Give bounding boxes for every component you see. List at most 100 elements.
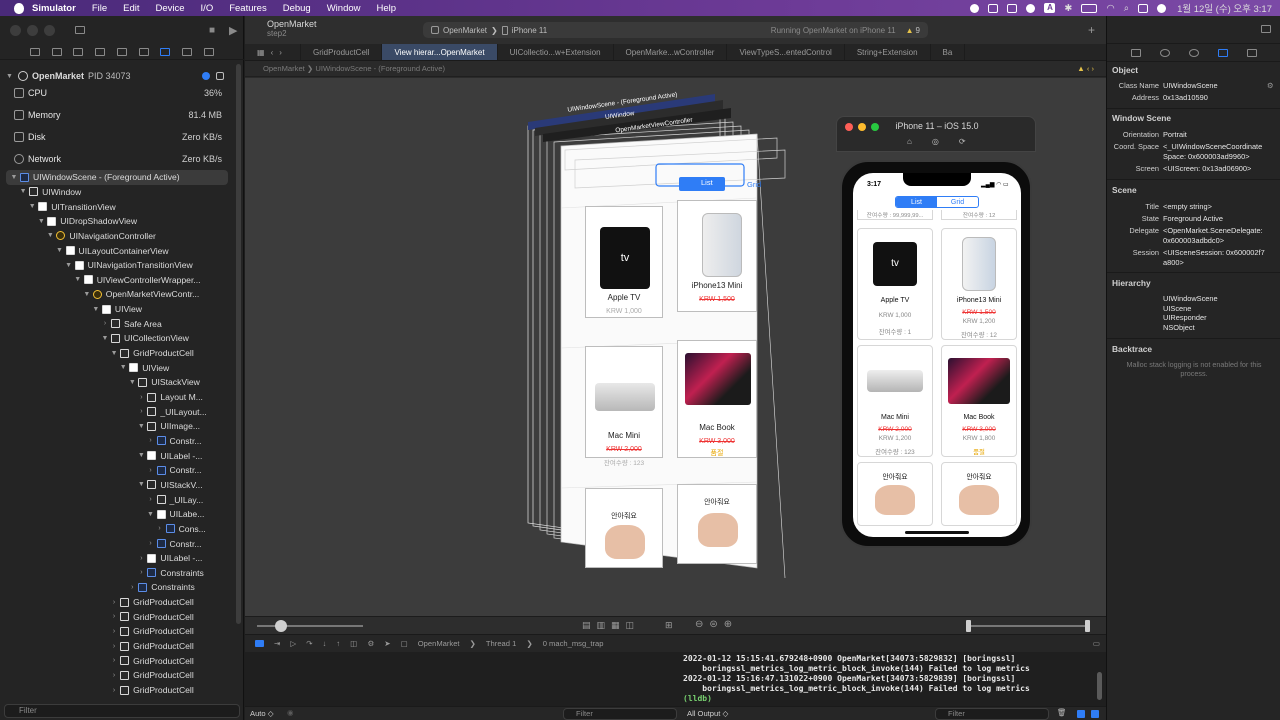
warning-count[interactable]: 9	[916, 26, 920, 35]
add-icon[interactable]: +	[1088, 23, 1095, 37]
disclosure-closed-icon[interactable]: ›	[110, 599, 118, 606]
battery-icon[interactable]	[1081, 3, 1098, 13]
find-navigator-icon[interactable]	[95, 47, 106, 56]
product-cell-hug[interactable]: 안아줘요	[941, 462, 1017, 526]
range-slider-track[interactable]	[967, 625, 1089, 627]
variables-filter-field[interactable]: Filter	[563, 708, 677, 720]
jumpbar-warning-icon[interactable]: ▲ ‹ ›	[1077, 61, 1094, 77]
show-variables-icon[interactable]	[1077, 710, 1085, 718]
warning-icon[interactable]: ▲	[906, 26, 914, 35]
jump-bar[interactable]: OpenMarket ❯ UIWindowScene - (Foreground…	[245, 61, 1106, 77]
tab-ba[interactable]: Ba	[931, 44, 966, 60]
product-cell-iphone13-mini[interactable]: iPhone13 Mini KRW 1,500 KRW 1,200 잔여수량 :…	[941, 228, 1017, 340]
variables-view[interactable]	[245, 652, 679, 706]
step-into-icon[interactable]: ↓	[323, 639, 327, 648]
disclosure-closed-icon[interactable]: ›	[101, 320, 109, 327]
test-navigator-icon[interactable]	[138, 47, 149, 56]
view-type-segmented-control[interactable]: List Grid	[895, 196, 979, 208]
tab-view-hierarchy[interactable]: View hierar...OpenMarket	[382, 44, 498, 60]
tree-node[interactable]: › Layout M...	[0, 390, 236, 405]
menu-device[interactable]: Device	[148, 3, 193, 14]
disclosure-open-icon[interactable]: ▼	[83, 291, 91, 298]
breakpoints-icon[interactable]: ⇥	[274, 639, 280, 648]
debug-frame[interactable]: 0 mach_msg_trap	[543, 639, 604, 648]
debug-process[interactable]: OpenMarket	[418, 639, 460, 648]
tree-node[interactable]: › Constr...	[0, 536, 236, 551]
file-inspector-icon[interactable]	[1130, 48, 1141, 57]
disclosure-open-icon[interactable]: ▼	[19, 188, 27, 195]
size-inspector-icon[interactable]	[1247, 48, 1258, 57]
toggle-console-icon[interactable]	[255, 640, 264, 647]
tree-node[interactable]: › UILabel -...	[0, 551, 236, 566]
menu-clock[interactable]: 1월 12일 (수) 오후 3:17	[1177, 1, 1272, 15]
disclosure-closed-icon[interactable]: ›	[147, 437, 155, 444]
lldb-prompt[interactable]: (lldb)	[683, 694, 1102, 704]
stop-icon[interactable]: ■	[209, 25, 215, 36]
disclosure-closed-icon[interactable]: ›	[110, 657, 118, 664]
siri-icon[interactable]	[1157, 3, 1167, 13]
disclosure-closed-icon[interactable]: ›	[147, 467, 155, 474]
tree-node[interactable]: › _UILay...	[0, 492, 236, 507]
debug-view-hierarchy-icon[interactable]: ◫	[350, 639, 357, 648]
issue-navigator-icon[interactable]	[116, 47, 127, 56]
disk-gauge[interactable]: Disk Zero KB/s	[14, 127, 228, 147]
disclosure-open-icon[interactable]: ▼	[92, 306, 100, 313]
disclosure-open-icon[interactable]: ▼	[56, 247, 64, 254]
disclosure-open-icon[interactable]: ▼	[110, 350, 118, 357]
menu-features[interactable]: Features	[221, 3, 275, 14]
class-info-icon[interactable]: ⚙	[1267, 81, 1274, 91]
simulator-window-titlebar[interactable]: iPhone 11 – iOS 15.0 ⌂◎⟳	[836, 116, 1036, 152]
tree-node[interactable]: › GridProductCell	[0, 668, 236, 683]
console-output[interactable]: 2022-01-12 15:15:41.679248+0900 OpenMark…	[679, 652, 1106, 706]
tab-gridproductcell[interactable]: GridProductCell	[301, 44, 383, 60]
disclosure-closed-icon[interactable]: ›	[110, 643, 118, 650]
disclosure-open-icon[interactable]: ▼	[137, 481, 145, 488]
disclosure-closed-icon[interactable]: ›	[110, 672, 118, 679]
input-source-icon[interactable]: A	[1044, 3, 1056, 13]
grid-icon[interactable]: ▦	[257, 44, 265, 61]
disclosure-closed-icon[interactable]: ›	[137, 555, 145, 562]
range-slider-right-thumb[interactable]	[1085, 620, 1090, 632]
spacing-slider-thumb[interactable]	[275, 620, 287, 632]
tree-node[interactable]: › GridProductCell	[0, 595, 236, 610]
tree-node[interactable]: ▼ UIDropShadowView	[0, 214, 236, 229]
report-navigator-icon[interactable]	[204, 47, 214, 56]
close-window-button[interactable]	[10, 24, 21, 36]
tab-uicollection-extension[interactable]: UICollectio...w+Extension	[498, 44, 614, 60]
tree-node[interactable]: ▼ UIImage...	[0, 419, 236, 434]
back-icon[interactable]: ‹	[271, 44, 274, 61]
run-icon[interactable]: ▶	[229, 24, 237, 37]
output-select[interactable]: All Output ◇	[687, 709, 728, 718]
step-over-icon[interactable]: ↷	[306, 639, 312, 648]
product-cell-apple-tv[interactable]: tv Apple TV KRW 1,000 잔여수량 : 1	[857, 228, 933, 340]
disclosure-open-icon[interactable]: ▼	[137, 423, 145, 430]
screenshot-icon[interactable]: ◎	[932, 137, 959, 146]
tab-openmarket-viewcontroller[interactable]: OpenMarke...wController	[614, 44, 728, 60]
disclosure-open-icon[interactable]: ▼	[28, 203, 36, 210]
object-inspector-icon[interactable]	[1218, 48, 1229, 57]
help-inspector-icon[interactable]	[1188, 48, 1199, 57]
minimize-window-button[interactable]	[27, 24, 38, 36]
disclosure-open-icon[interactable]: ▼	[119, 364, 127, 371]
product-cell-mac-book[interactable]: Mac Book KRW 3,000 KRW 1,800 품절	[941, 345, 1017, 457]
eye-icon[interactable]: ◉	[287, 708, 294, 717]
disclosure-open-icon[interactable]: ▼	[147, 511, 155, 518]
wifi-icon[interactable]: ◠	[1106, 3, 1114, 14]
tree-node[interactable]: › Constraints	[0, 566, 236, 581]
tree-node[interactable]: ▼ UICollectionView	[0, 331, 236, 346]
maximize-console-icon[interactable]: ▭	[1093, 639, 1100, 648]
tree-node[interactable]: ▼ UITransitionView	[0, 199, 236, 214]
keyboard-icon[interactable]	[1007, 3, 1018, 13]
disclosure-closed-icon[interactable]: ›	[147, 540, 155, 547]
menu-app-name[interactable]: Simulator	[28, 3, 84, 14]
debug-thread[interactable]: Thread 1	[486, 639, 516, 648]
menu-io[interactable]: I/O	[193, 3, 222, 14]
disclosure-open-icon[interactable]: ▼	[37, 218, 45, 225]
zoom-window-button[interactable]	[44, 24, 55, 36]
tree-node[interactable]: ▼ UIWindow	[0, 185, 236, 200]
inspector-toggle-icon[interactable]	[1261, 25, 1271, 33]
show-console-icon[interactable]	[1091, 710, 1099, 718]
tab-viewtype-segmentedcontrol[interactable]: ViewTypeS...entedControl	[727, 44, 845, 60]
view-debugger-icon[interactable]	[216, 72, 224, 80]
tree-node[interactable]: › GridProductCell	[0, 683, 236, 698]
